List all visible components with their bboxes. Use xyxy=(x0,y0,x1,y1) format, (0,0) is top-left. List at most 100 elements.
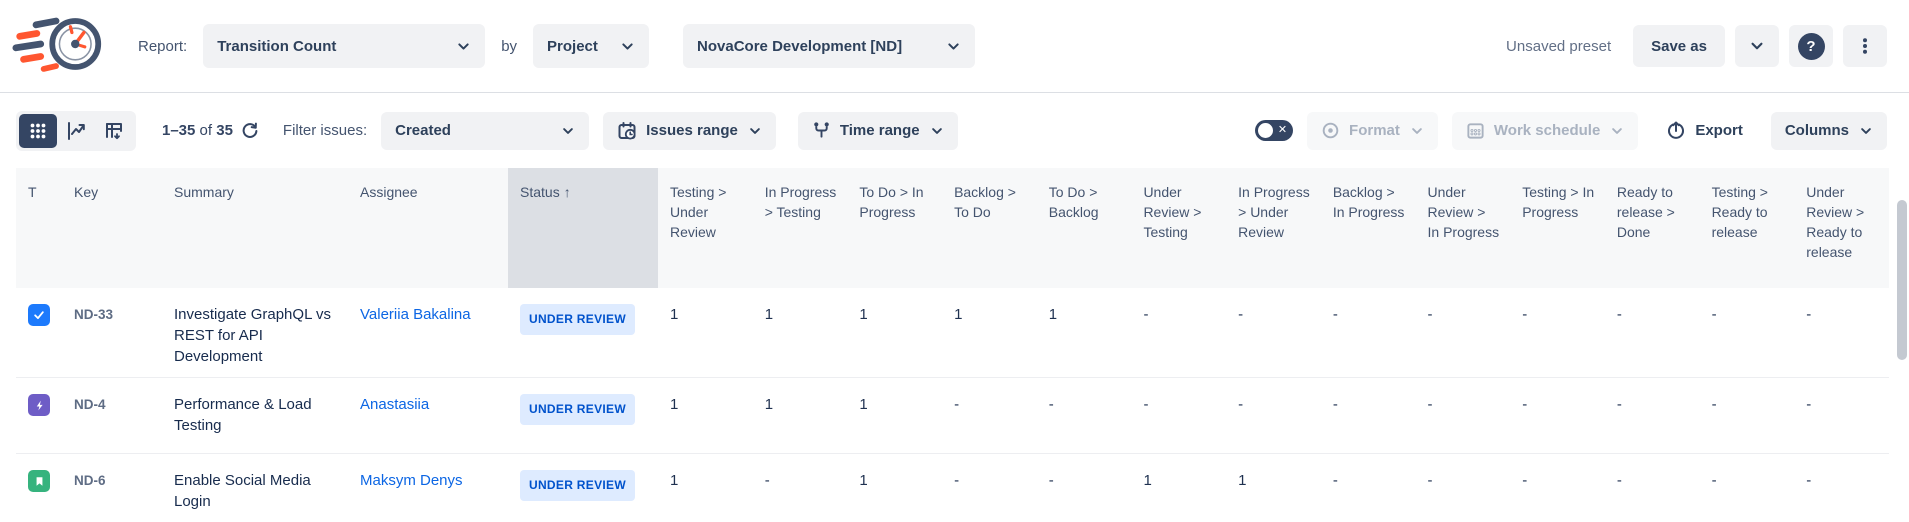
column-header[interactable]: In Progress > Under Review xyxy=(1226,168,1321,288)
transition-count-value: - xyxy=(1333,396,1338,413)
grid-view-icon xyxy=(29,122,47,140)
table-row: ND-33 Investigate GraphQL vs REST for API… xyxy=(16,288,1889,378)
time-range-button[interactable]: Time range xyxy=(798,112,958,150)
column-header[interactable]: To Do > In Progress xyxy=(847,168,942,288)
column-header[interactable]: Under Review > In Progress xyxy=(1416,168,1511,288)
transition-count-value: 1 xyxy=(670,306,678,323)
more-menu-button[interactable] xyxy=(1843,25,1887,67)
chevron-down-icon xyxy=(1859,124,1873,138)
transition-count-value: 1 xyxy=(859,396,867,413)
export-button[interactable]: Export xyxy=(1652,112,1757,150)
project-select[interactable]: NovaCore Development [ND] xyxy=(683,24,975,68)
status-badge: UNDER REVIEW xyxy=(520,304,635,335)
chevron-down-icon xyxy=(930,124,944,138)
transition-count-value: - xyxy=(1806,472,1811,489)
chart-view-button[interactable] xyxy=(57,114,95,148)
column-header[interactable]: Summary xyxy=(162,168,348,288)
filter-issues-label: Filter issues: xyxy=(283,122,367,139)
by-label: by xyxy=(501,38,517,55)
export-icon xyxy=(1666,121,1686,141)
transition-count-value: - xyxy=(1428,306,1433,323)
transition-count-value: 1 xyxy=(1143,472,1151,489)
column-header[interactable]: Ready to release > Done xyxy=(1605,168,1700,288)
issue-summary: Investigate GraphQL vs REST for API Deve… xyxy=(174,306,331,365)
transition-count-value: - xyxy=(1428,472,1433,489)
issue-key: ND-33 xyxy=(74,307,113,322)
transition-count-value: 1 xyxy=(1049,306,1057,323)
columns-button[interactable]: Columns xyxy=(1771,112,1887,150)
epic-type-icon xyxy=(28,394,50,416)
chevron-down-icon xyxy=(946,39,961,54)
table-row: ND-4 Performance & Load Testing Anastasiia… xyxy=(16,378,1889,454)
transition-count-value: - xyxy=(954,396,959,413)
transition-count-value: - xyxy=(1617,396,1622,413)
issue-key: ND-4 xyxy=(74,397,106,412)
save-as-button[interactable]: Save as xyxy=(1633,25,1725,67)
transition-count-value: 1 xyxy=(1238,472,1246,489)
target-icon xyxy=(1321,121,1340,140)
unsaved-preset-label: Unsaved preset xyxy=(1506,38,1611,55)
column-header[interactable]: Backlog > To Do xyxy=(942,168,1037,288)
column-header[interactable]: Key xyxy=(62,168,162,288)
assignee-link[interactable]: Valeriia Bakalina xyxy=(360,306,471,323)
transition-count-value: 1 xyxy=(670,472,678,489)
transition-count-table: TKeySummaryAssigneeStatus↑Testing > Unde… xyxy=(16,168,1889,522)
chevron-down-icon xyxy=(748,124,762,138)
report-table-wrap: TKeySummaryAssigneeStatus↑Testing > Unde… xyxy=(0,168,1909,522)
transition-count-value: - xyxy=(1617,472,1622,489)
transition-count-value: - xyxy=(1522,472,1527,489)
kebab-menu-icon xyxy=(1856,37,1874,55)
issue-count: 1–35 of 35 xyxy=(162,122,233,139)
column-header[interactable]: T xyxy=(16,168,62,288)
work-schedule-button[interactable]: Work schedule xyxy=(1452,112,1638,150)
transition-count-value: 1 xyxy=(765,306,773,323)
toggle-off-switch[interactable]: ✕ xyxy=(1255,120,1293,141)
vertical-scrollbar[interactable] xyxy=(1897,200,1907,360)
transition-count-value: - xyxy=(1428,396,1433,413)
status-badge: UNDER REVIEW xyxy=(520,394,635,425)
column-header[interactable]: Testing > Under Review xyxy=(658,168,753,288)
filter-field-select[interactable]: Created xyxy=(381,112,589,150)
transition-count-value: - xyxy=(1333,472,1338,489)
transition-count-value: - xyxy=(1712,306,1717,323)
issue-summary: Performance & Load Testing xyxy=(174,396,312,434)
column-header[interactable]: Assignee xyxy=(348,168,508,288)
help-button[interactable]: ? xyxy=(1789,25,1833,67)
issue-summary: Enable Social Media Login xyxy=(174,472,311,510)
column-header[interactable]: Testing > In Progress xyxy=(1510,168,1605,288)
transition-count-value: - xyxy=(1143,396,1148,413)
column-header[interactable]: To Do > Backlog xyxy=(1037,168,1132,288)
column-header[interactable]: Testing > Ready to release xyxy=(1700,168,1795,288)
chevron-down-icon xyxy=(456,39,471,54)
transition-count-value: 1 xyxy=(954,306,962,323)
chart-view-icon xyxy=(66,121,86,141)
grid-view-button[interactable] xyxy=(19,114,57,148)
transition-count-value: - xyxy=(1806,306,1811,323)
pivot-view-icon xyxy=(104,121,124,141)
column-header[interactable]: In Progress > Testing xyxy=(753,168,848,288)
group-by-select[interactable]: Project xyxy=(533,24,649,68)
refresh-icon[interactable] xyxy=(241,122,259,140)
column-header[interactable]: Backlog > In Progress xyxy=(1321,168,1416,288)
chevron-down-icon xyxy=(1749,38,1765,54)
report-type-select[interactable]: Transition Count xyxy=(203,24,485,68)
question-icon: ? xyxy=(1798,33,1825,60)
calendar-clock-icon xyxy=(617,121,637,141)
chevron-down-icon xyxy=(620,39,635,54)
transition-count-value: - xyxy=(1333,306,1338,323)
table-row: ND-6Enable Social Media LoginMaksym Deny… xyxy=(16,454,1889,522)
column-header[interactable]: Under Review > Testing xyxy=(1131,168,1226,288)
column-header[interactable]: Status↑ xyxy=(508,168,658,288)
assignee-link[interactable]: Anastasiia xyxy=(360,396,429,413)
speedometer-logo-icon xyxy=(12,12,104,81)
save-options-button[interactable] xyxy=(1735,25,1779,67)
column-header[interactable]: Under Review > Ready to release xyxy=(1794,168,1889,288)
pivot-view-button[interactable] xyxy=(95,114,133,148)
transition-count-value: - xyxy=(1049,396,1054,413)
issues-range-button[interactable]: Issues range xyxy=(603,112,776,150)
format-button[interactable]: Format xyxy=(1307,112,1438,150)
assignee-link[interactable]: Maksym Denys xyxy=(360,472,463,489)
transition-count-value: - xyxy=(1712,396,1717,413)
story-type-icon xyxy=(28,470,50,492)
calendar-icon xyxy=(1466,121,1485,140)
